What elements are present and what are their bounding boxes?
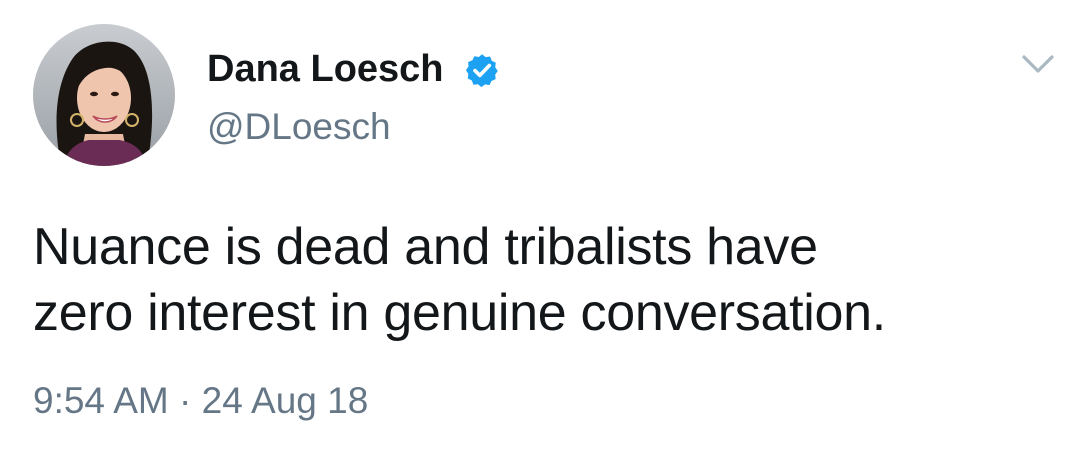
tweet-text: Nuance is dead and tribalists have zero … (33, 214, 1053, 346)
avatar[interactable] (33, 24, 175, 166)
tweet-card: Dana Loesch @DLoesch Nuance is dead and … (0, 0, 1079, 460)
tweet-timestamp[interactable]: 9:54 AM · 24 Aug 18 (33, 378, 368, 424)
tweet-text-line: Nuance is dead and tribalists have (33, 218, 818, 276)
chevron-down-icon[interactable] (1018, 48, 1058, 80)
verified-badge-icon (465, 54, 498, 88)
tweet-text-line: zero interest in genuine conversation. (33, 284, 886, 342)
avatar-photo (33, 24, 175, 166)
author-handle[interactable]: @DLoesch (207, 105, 391, 149)
author-display-name[interactable]: Dana Loesch (207, 46, 444, 92)
